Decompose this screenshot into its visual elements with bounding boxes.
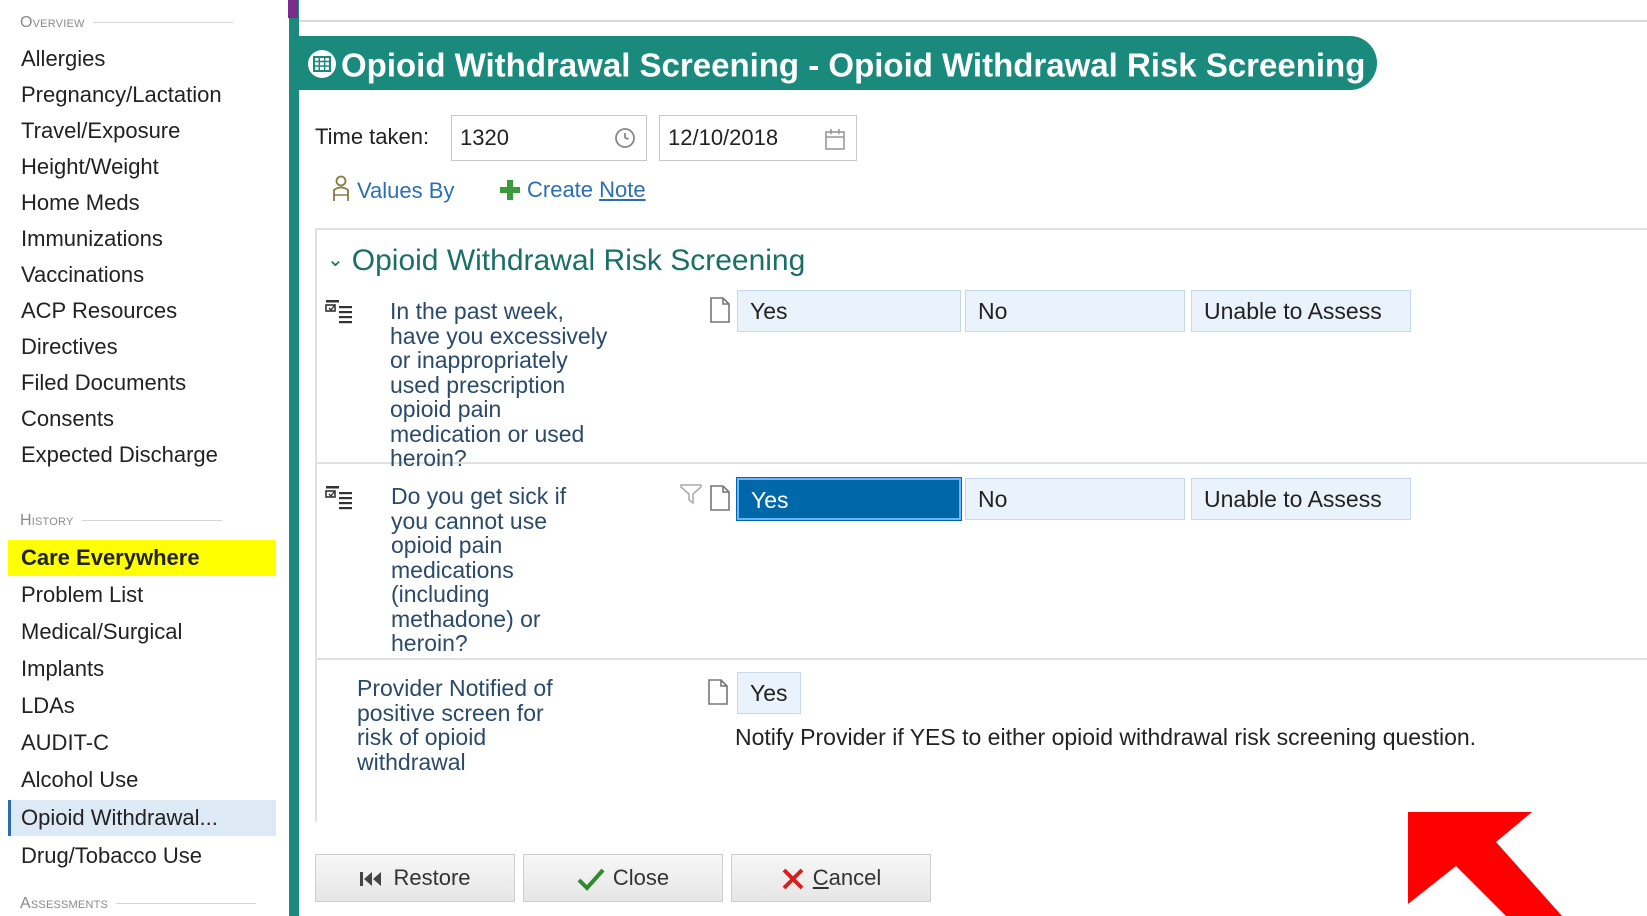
cancel-accesskey: C: [812, 865, 829, 890]
provider-notified-text: Provider Notified of positive screen for…: [357, 675, 553, 775]
section-header-history: History: [20, 512, 222, 530]
create-note-label: Create: [527, 177, 600, 202]
cancel-button[interactable]: Cancel: [731, 854, 931, 902]
flowsheet-grid-icon: [308, 50, 336, 78]
sidebar-item-allergies[interactable]: Allergies: [8, 41, 276, 77]
document-icon[interactable]: [709, 296, 731, 324]
sidebar-item-ldas[interactable]: LDAs: [8, 688, 276, 724]
row-info-icon[interactable]: [325, 484, 357, 512]
sidebar-item-vaccinations[interactable]: Vaccinations: [8, 257, 276, 293]
page-title-banner: Opioid Withdrawal Screening - Opioid Wit…: [299, 36, 1377, 90]
top-strip: [299, 0, 1647, 22]
restore-label: Restore: [393, 865, 471, 890]
option-yes-selected[interactable]: Yes: [736, 477, 962, 521]
create-note-link[interactable]: Create Note: [499, 175, 646, 205]
sidebar: Overview Allergies Pregnancy/Lactation T…: [0, 0, 290, 916]
sidebar-item-pregnancy-lactation[interactable]: Pregnancy/Lactation: [8, 77, 276, 113]
sidebar-item-filed-documents[interactable]: Filed Documents: [8, 365, 276, 401]
close-label: Close: [612, 865, 670, 890]
option-no[interactable]: No: [965, 290, 1185, 332]
option-yes[interactable]: Yes: [737, 290, 961, 332]
provider-notified-row: Provider Notified of positive screen for…: [317, 658, 1647, 798]
page-title: Opioid Withdrawal Screening - Opioid Wit…: [341, 46, 1366, 84]
option-unable-to-assess[interactable]: Unable to Assess: [1191, 478, 1411, 520]
sidebar-item-alcohol-use[interactable]: Alcohol Use: [8, 762, 276, 798]
document-icon[interactable]: [709, 484, 731, 512]
sidebar-item-opioid-withdrawal[interactable]: Opioid Withdrawal...: [8, 800, 276, 836]
sidebar-item-problem-list[interactable]: Problem List: [8, 577, 276, 613]
question-text-1: In the past week, have you excessively o…: [390, 298, 608, 471]
sidebar-item-acp-resources[interactable]: ACP Resources: [8, 293, 276, 329]
option-no[interactable]: No: [965, 478, 1185, 520]
question-text-2: Do you get sick if you cannot use opioid…: [391, 483, 567, 656]
cancel-label: ancel: [828, 865, 882, 890]
date-taken-input[interactable]: 12/10/2018: [659, 115, 857, 161]
values-by-link[interactable]: Values By: [331, 175, 454, 206]
sidebar-item-medical-surgical[interactable]: Medical/Surgical: [8, 614, 276, 650]
sidebar-divider: [289, 0, 299, 916]
sidebar-item-height-weight[interactable]: Height/Weight: [8, 149, 276, 185]
option-unable-to-assess[interactable]: Unable to Assess: [1191, 290, 1411, 332]
sidebar-item-home-meds[interactable]: Home Meds: [8, 185, 276, 221]
time-taken-value: 1320: [460, 125, 509, 150]
question-row-1: In the past week, have you excessively o…: [317, 230, 1647, 470]
x-icon: [782, 868, 804, 890]
checkmark-icon: [577, 868, 605, 892]
sidebar-item-immunizations[interactable]: Immunizations: [8, 221, 276, 257]
sidebar-item-directives[interactable]: Directives: [8, 329, 276, 365]
create-note-accesskey: Note: [599, 177, 646, 202]
sidebar-item-care-everywhere[interactable]: Care Everywhere: [8, 540, 276, 576]
sidebar-item-audit-c[interactable]: AUDIT-C: [8, 725, 276, 761]
clock-icon[interactable]: [614, 127, 636, 149]
section-header-overview: Overview: [20, 14, 233, 32]
calendar-icon[interactable]: [824, 127, 846, 151]
skip-back-icon: [360, 872, 382, 887]
time-taken-label: Time taken:: [315, 124, 430, 149]
option-yes[interactable]: Yes: [737, 672, 801, 714]
restore-button[interactable]: Restore: [315, 854, 515, 902]
values-by-label: Values By: [357, 178, 455, 203]
top-purple-marker: [288, 0, 298, 18]
sidebar-item-drug-tobacco-use[interactable]: Drug/Tobacco Use: [8, 838, 276, 874]
sidebar-item-expected-discharge[interactable]: Expected Discharge: [8, 437, 276, 473]
funnel-icon[interactable]: [679, 482, 703, 506]
main-panel: Opioid Withdrawal Screening - Opioid Wit…: [288, 0, 1647, 916]
screening-form: ⌄ Opioid Withdrawal Risk Screening In the…: [315, 228, 1647, 822]
sidebar-item-implants[interactable]: Implants: [8, 651, 276, 687]
sidebar-item-travel-exposure[interactable]: Travel/Exposure: [8, 113, 276, 149]
sidebar-item-consents[interactable]: Consents: [8, 401, 276, 437]
time-taken-input[interactable]: 1320: [451, 115, 647, 161]
plus-icon: [500, 180, 520, 200]
document-icon[interactable]: [707, 678, 729, 706]
question-row-2: Do you get sick if you cannot use opioid…: [317, 462, 1647, 660]
row-info-icon[interactable]: [325, 298, 357, 326]
provider-notify-instruction: Notify Provider if YES to either opioid …: [735, 724, 1477, 750]
section-header-assessments: Assessments: [20, 895, 256, 913]
person-icon: [333, 175, 349, 201]
red-arrow-annotation: [1408, 812, 1562, 916]
close-button[interactable]: Close: [523, 854, 723, 902]
date-taken-value: 12/10/2018: [668, 125, 779, 150]
